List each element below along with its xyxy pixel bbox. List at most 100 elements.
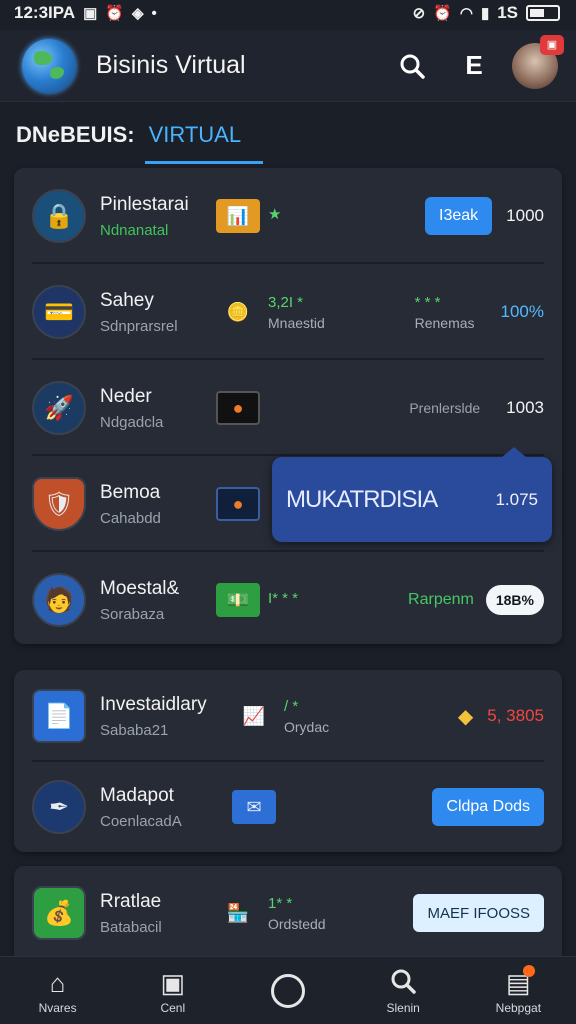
item-name: Pinlestarai <box>100 193 189 215</box>
list-item[interactable]: 📄 Investaidlary Sababa21 📈 / * Orydac ◆ … <box>32 670 544 762</box>
item-value: 5, 3805 <box>487 706 544 725</box>
menu-icon[interactable]: E <box>456 48 492 84</box>
avatar[interactable]: ▣ <box>512 34 564 89</box>
mail-icon: ✉ <box>232 790 276 824</box>
card-icon: 💳 <box>32 285 86 339</box>
circle-icon <box>270 973 305 1008</box>
item-mid-text: Ordstedd <box>268 915 326 932</box>
item-value: 100% <box>500 302 544 321</box>
nav-label: Slenin <box>386 1000 420 1015</box>
notification-icon: ▣ <box>83 5 98 22</box>
tooltip-popover[interactable]: MUKATRDISIA 1.075 <box>272 447 552 542</box>
alarm-icon: ⏰ <box>105 5 124 22</box>
list-item[interactable]: 🚀 Neder Ndgadcla ● Prenlerslde 1003 <box>32 360 544 456</box>
monitor-icon: ● <box>216 487 260 521</box>
tooltip-value: 1.075 <box>495 489 538 509</box>
laptop-icon: ● <box>216 391 260 425</box>
item-status: Rarpenm <box>408 591 474 608</box>
mute-icon: ⊘ <box>412 5 426 22</box>
nav-label: Nvares <box>38 1000 77 1015</box>
item-accent: 3,2I * <box>268 293 304 311</box>
rocket-icon: 🚀 <box>32 381 86 435</box>
action-button[interactable]: MAEF IFOOSS <box>413 894 544 932</box>
nav-box[interactable]: ▣ Cenl <box>128 967 218 1015</box>
status-right-text: 1S <box>497 3 518 22</box>
search-icon[interactable] <box>394 48 430 84</box>
tab-prefix: DNeBEUIS: <box>16 122 135 147</box>
list-item[interactable]: 🔒 Pinlestarai Ndnanatal 📊 ★ I3eak 1000 <box>32 168 544 264</box>
chart-board-icon: 📊 <box>216 199 260 233</box>
item-name: Bemoa <box>100 481 161 503</box>
app-icon: ◈ <box>131 5 144 22</box>
list-item[interactable]: 🧑 Moestal& Sorabaza 💵 I* * * Rarpenm 18B… <box>32 552 544 648</box>
tab-virtual[interactable]: VIRTUAL <box>144 122 263 164</box>
item-subtitle: Ndnanatal <box>100 221 169 239</box>
item-subtitle: Ndgadcla <box>100 413 164 431</box>
action-button[interactable]: Cldpa Dods <box>432 788 544 826</box>
home-icon: ⌂ <box>49 967 66 998</box>
globe-icon[interactable] <box>22 38 76 93</box>
list-card: 📄 Investaidlary Sababa21 📈 / * Orydac ◆ … <box>14 670 562 852</box>
status-bar: 12:3IPA ▣ ⏰ ◈ • ⊘ ⏰ ◠ ▮ 1S <box>0 0 576 26</box>
search-icon <box>389 967 417 999</box>
nav-label: Cenl <box>160 1000 186 1015</box>
item-status: Renemas <box>414 314 475 331</box>
nav-inbox[interactable]: ▤ Nebpgat <box>473 964 563 1015</box>
item-status: Prenlerslde <box>409 400 481 416</box>
wifi-icon: ◠ <box>459 5 473 22</box>
nav-search[interactable]: Slenin <box>358 967 448 1015</box>
alarm-icon: ⏰ <box>433 5 452 22</box>
list-item[interactable]: ✒ Madapot CoenlacadA ✉ Cldpa Dods <box>32 762 544 852</box>
tab-bar: DNeBEUIS: VIRTUAL <box>16 110 263 164</box>
shop-icon: 🏪 <box>226 902 250 923</box>
bottom-nav: ⌂ Nvares ▣ Cenl Slenin ▤ Nebpgat <box>0 956 576 1024</box>
item-mid-text: Mnaestid <box>268 314 325 331</box>
nav-home[interactable]: ⌂ Nvares <box>13 967 103 1015</box>
item-name: Rratlae <box>100 890 162 912</box>
item-name: Madapot <box>100 784 174 806</box>
notification-dot-icon <box>522 964 535 977</box>
item-accent: 1* * <box>268 894 293 912</box>
status-time: 12:3IPA <box>14 3 76 22</box>
lock-icon: 🔒 <box>32 189 86 243</box>
nav-label: Nebpgat <box>495 1000 542 1015</box>
nav-center[interactable] <box>243 973 333 1008</box>
item-mid-text: Orydac <box>284 718 330 735</box>
item-value: 1000 <box>506 206 544 225</box>
notification-badge-icon: ▣ <box>540 34 564 55</box>
item-subtitle: Batabacil <box>100 918 162 936</box>
pen-icon: ✒ <box>32 780 86 834</box>
person-icon: 🧑 <box>32 573 86 627</box>
tooltip-title: MUKATRDISIA <box>286 485 438 513</box>
list-item[interactable]: 💰 Rratlae Batabacil 🏪 1* * Ordstedd MAEF… <box>32 866 544 960</box>
battery-icon <box>526 5 560 21</box>
item-accent: / * <box>284 697 299 715</box>
item-value: 1003 <box>506 398 544 417</box>
value-pill[interactable]: 18B% <box>485 585 544 615</box>
item-name: Investaidlary <box>100 693 207 715</box>
box-icon: ▣ <box>160 967 186 998</box>
gem-icon: ◆ <box>457 705 474 728</box>
list-item[interactable]: 💳 Sahey Sdnprarsrel 🪙 3,2I * Mnaestid * … <box>32 264 544 360</box>
document-icon: 📄 <box>32 689 86 743</box>
signal-icon: ▮ <box>480 5 490 22</box>
item-accent: I* * * <box>268 589 299 607</box>
growth-arrow-icon: 📈 <box>242 705 266 726</box>
money-icon: 💰 <box>32 886 86 940</box>
shield-icon: 🛡 <box>32 477 86 531</box>
item-name: Moestal& <box>100 577 180 599</box>
list-card: 🔒 Pinlestarai Ndnanatal 📊 ★ I3eak 1000 💳… <box>14 168 562 644</box>
item-subtitle: Sdnprarsrel <box>100 317 178 335</box>
item-name: Sahey <box>100 289 154 311</box>
item-name: Neder <box>100 385 152 407</box>
list-card: 💰 Rratlae Batabacil 🏪 1* * Ordstedd MAEF… <box>14 866 562 966</box>
item-subtitle: Cahabdd <box>100 509 161 527</box>
item-subtitle: Sababa21 <box>100 721 169 739</box>
page-title: Bisinis Virtual <box>96 51 246 79</box>
action-button[interactable]: I3eak <box>425 197 493 235</box>
star-icon: ★ <box>268 206 282 223</box>
dot-icon: • <box>151 4 157 22</box>
coins-icon: 🪙 <box>226 301 250 322</box>
cash-icon: 💵 <box>216 583 260 617</box>
item-subtitle: Sorabaza <box>100 605 165 623</box>
